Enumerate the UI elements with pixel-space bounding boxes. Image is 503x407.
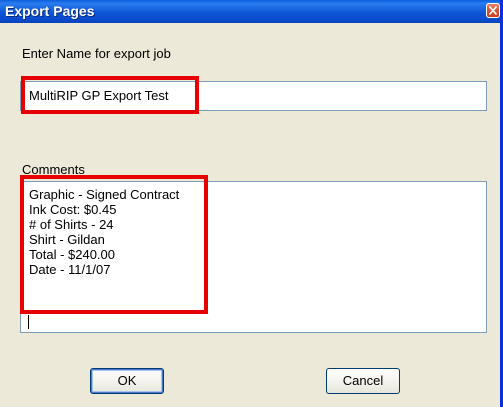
comment-line: Shirt - Gildan — [29, 232, 105, 247]
cancel-button[interactable]: Cancel — [326, 368, 400, 394]
close-button[interactable] — [486, 3, 500, 18]
comment-line: Date - 11/1/07 — [29, 262, 111, 277]
comment-line: # of Shirts - 24 — [29, 217, 114, 232]
job-name-input[interactable]: MultiRIP GP Export Test — [20, 81, 487, 111]
comment-line: Total - $240.00 — [29, 247, 116, 262]
close-icon — [489, 6, 497, 15]
job-name-label: Enter Name for export job — [22, 46, 171, 61]
export-pages-dialog: Export Pages Enter Name for export job M… — [0, 0, 503, 407]
job-name-value: MultiRIP GP Export Test — [29, 88, 169, 103]
dialog-title: Export Pages — [5, 3, 95, 19]
comment-line: Graphic - Signed Contract — [29, 187, 180, 202]
ok-button[interactable]: OK — [90, 368, 164, 394]
title-bar[interactable]: Export Pages — [0, 0, 500, 23]
text-caret — [28, 315, 29, 329]
comments-textarea[interactable]: Graphic - Signed Contract Ink Cost: $0.4… — [20, 181, 487, 333]
comments-label: Comments — [22, 162, 85, 177]
comment-line: Ink Cost: $0.45 — [29, 202, 117, 217]
